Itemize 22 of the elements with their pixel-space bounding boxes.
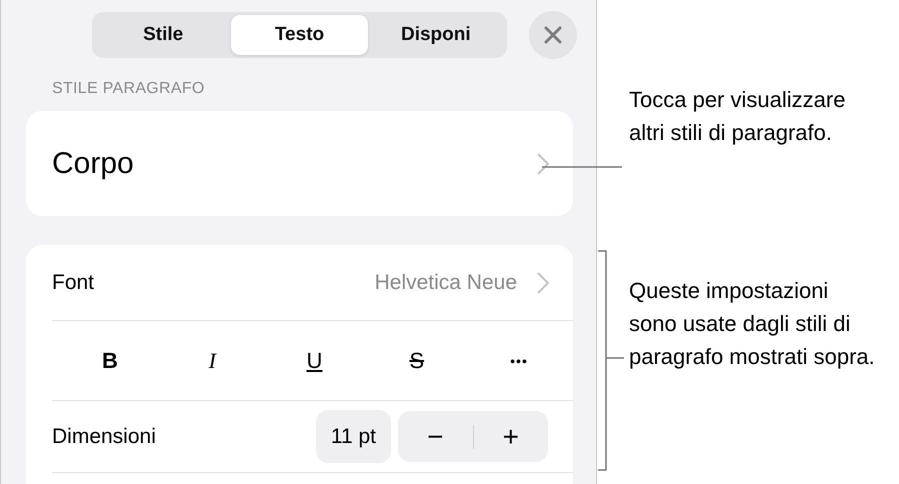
decrease-button[interactable]: − (398, 411, 472, 462)
more-button[interactable]: ••• (491, 352, 547, 368)
chevron-icon (537, 272, 549, 294)
tab[interactable]: Testo (231, 15, 368, 55)
font-label: Font (52, 270, 94, 294)
tab[interactable]: Stile (95, 15, 232, 55)
paragraph-style-value: Corpo (52, 146, 134, 180)
paragraph-style-row[interactable]: Corpo (26, 111, 573, 216)
callout-text: Queste impostazioni sono usate dagli stili di paragrafo mostrati sopra. (629, 277, 876, 371)
strikethrough-button[interactable]: S (388, 348, 445, 374)
size-label: Dimensioni (52, 424, 156, 448)
italic-button[interactable]: I (184, 348, 240, 374)
close-button[interactable] (529, 11, 577, 59)
size-value: 11 pt (316, 410, 391, 463)
underline-button[interactable]: U (286, 348, 342, 374)
tab[interactable]: Disponi (368, 15, 504, 55)
close-icon (543, 25, 563, 45)
bold-button[interactable]: B (82, 348, 138, 374)
section-header: STILE PARAGRAFO (52, 80, 206, 98)
chevron-icon (537, 152, 549, 174)
callout-text: Tocca per visualizzare altri stili di paragrafo. (629, 86, 846, 147)
increase-button[interactable]: + (474, 411, 548, 462)
